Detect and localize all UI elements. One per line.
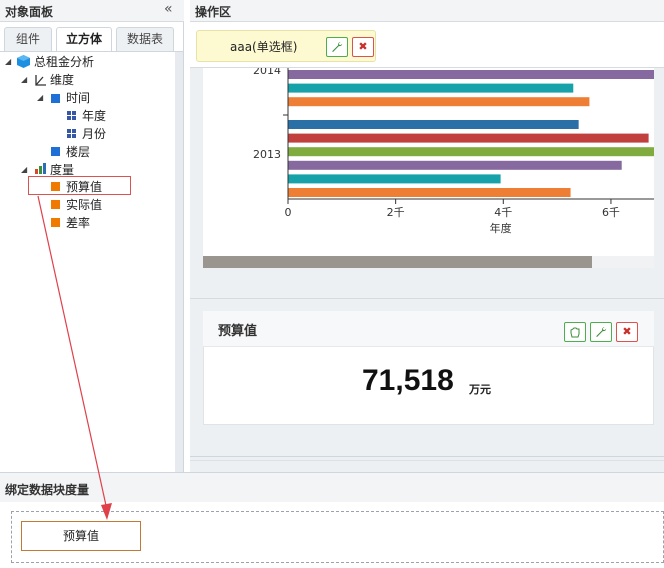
bound-measure-chip[interactable]: 预算值 [21, 521, 141, 551]
x-tick-label: 2千 [387, 206, 405, 219]
kpi-card-header [203, 311, 654, 347]
level-icon [67, 111, 76, 120]
x-tick-label: 0 [285, 206, 292, 219]
selector-widget-label: aaa(单选框) [230, 40, 298, 54]
bar [288, 83, 574, 93]
bar [288, 120, 579, 129]
x-axis-label: 年度 [490, 221, 512, 235]
bar [288, 188, 571, 197]
bind-panel-title: 绑定数据块度量 [5, 483, 90, 497]
kpi-unit: 万元 [469, 383, 491, 396]
kpi-title: 预算值 [218, 324, 258, 339]
tree-node-root[interactable]: 总租金分析 [34, 53, 94, 70]
tree-node-variance[interactable]: 差率 [66, 214, 90, 231]
bind-panel-header [0, 472, 664, 502]
kpi-drag-button[interactable] [564, 322, 586, 342]
dimension-icon [35, 75, 46, 86]
tree-node-floor[interactable]: 楼层 [66, 143, 90, 160]
measure-icon [51, 200, 60, 209]
bar [288, 97, 590, 107]
selector-settings-button[interactable] [326, 37, 348, 57]
tree-node-budget[interactable]: 预算值 [66, 178, 102, 195]
tree-node-month[interactable]: 月份 [82, 125, 106, 142]
wrench-icon [332, 42, 343, 52]
collapse-icon[interactable]: « [164, 1, 173, 17]
object-panel-scrollbar[interactable] [175, 52, 183, 472]
close-icon: ✖ [622, 325, 632, 338]
close-icon: ✖ [358, 40, 368, 53]
section-divider [190, 298, 664, 299]
operation-area-header [190, 0, 664, 22]
bar [288, 70, 654, 79]
tabs-divider [0, 51, 184, 52]
chart-scrollbar-thumb[interactable] [203, 256, 592, 268]
tree-toggle-dimensions[interactable]: ◢ [21, 75, 27, 84]
x-tick-label: 4千 [494, 206, 512, 219]
section-divider [190, 456, 664, 457]
bar [288, 160, 622, 170]
floor-dimension-icon [51, 147, 60, 156]
tab-datatable[interactable]: 数据表 [116, 27, 174, 51]
bar [288, 133, 649, 143]
tree-node-dimensions[interactable]: 维度 [50, 71, 74, 88]
time-dimension-icon [51, 94, 60, 103]
bar-chart: 201420130 2千 4千 6千年度 [253, 60, 654, 235]
operation-area-title: 操作区 [195, 5, 232, 19]
hand-icon [570, 327, 580, 338]
tree-toggle-time[interactable]: ◢ [37, 93, 43, 102]
tree-node-actual[interactable]: 实际值 [66, 196, 102, 213]
kpi-value: 71,518 [362, 364, 454, 397]
bar [288, 174, 501, 184]
operation-area-scrollbar[interactable] [190, 460, 664, 472]
x-tick-label: 6千 [602, 206, 620, 219]
tree-node-time[interactable]: 时间 [66, 89, 90, 106]
wrench-icon [596, 327, 607, 337]
kpi-settings-button[interactable] [590, 322, 612, 342]
category-label: 2013 [253, 148, 281, 161]
tab-components[interactable]: 组件 [4, 27, 52, 51]
bar [288, 147, 654, 157]
tree-node-year[interactable]: 年度 [82, 107, 106, 124]
cube-icon [17, 55, 30, 68]
tree-toggle-measures[interactable]: ◢ [21, 165, 27, 174]
level-icon [67, 129, 76, 138]
tree-toggle-root[interactable]: ◢ [5, 57, 11, 66]
measure-icon [51, 218, 60, 227]
object-panel [0, 0, 184, 472]
selector-close-button[interactable]: ✖ [352, 37, 374, 57]
kpi-close-button[interactable]: ✖ [616, 322, 638, 342]
measure-icon [51, 182, 60, 191]
bar-chart-icon [35, 163, 46, 174]
tab-cube[interactable]: 立方体 [56, 27, 112, 52]
object-panel-title: 对象面板 [5, 5, 54, 19]
